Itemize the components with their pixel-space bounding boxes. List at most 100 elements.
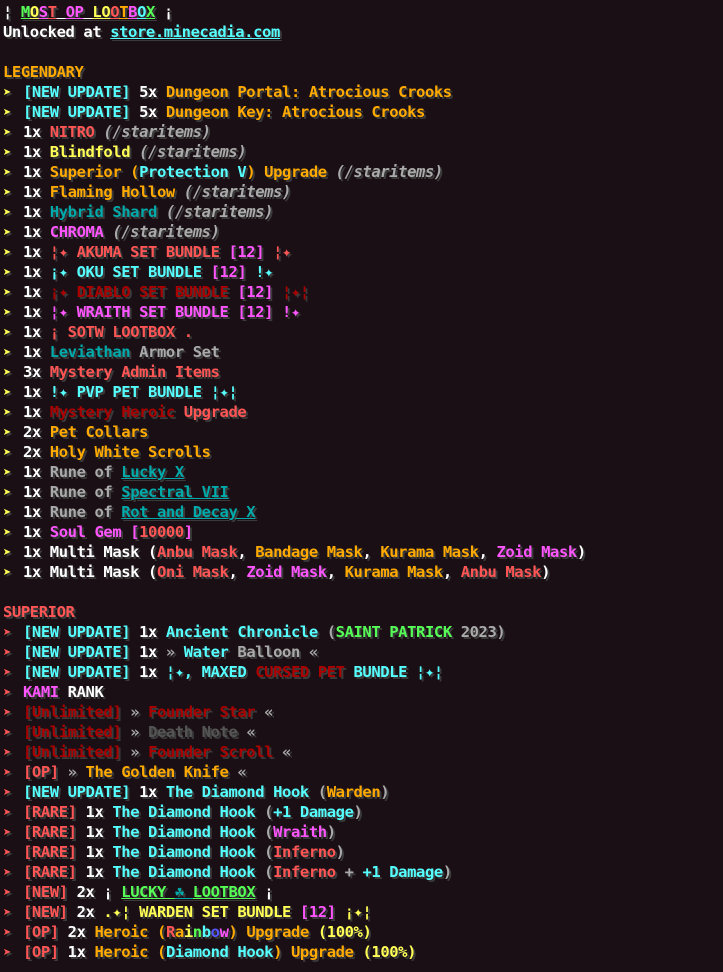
- title-letter: O: [137, 3, 146, 21]
- item-text: ): [335, 843, 345, 861]
- item-text: Water: [183, 643, 238, 661]
- title-letter: M: [20, 3, 30, 21]
- arrow-icon: ➤: [3, 465, 12, 481]
- item-text: [NEW UPDATE]: [23, 103, 140, 121]
- reward-item: ➤ 1x Rune of Lucky X: [3, 462, 723, 482]
- item-text: Multi Mask (: [49, 563, 158, 581]
- arrow-icon: ➤: [3, 365, 12, 381]
- item-text: AKUMA SET BUNDLE: [76, 243, 229, 261]
- item-text: [NEW]: [23, 883, 77, 901]
- arrow-icon: ➤: [3, 405, 12, 421]
- item-text: .✦¦: [103, 903, 140, 921]
- reward-item: ➤ 1x NITRO (/staritems): [3, 122, 723, 142]
- title-text: MOST OP LOOTBOX: [21, 3, 155, 21]
- arrow-icon: ➤: [3, 545, 12, 561]
- item-text: Dungeon Key: Atrocious Crooks: [165, 103, 425, 121]
- reward-item: ➤ 1x Hybrid Shard (/staritems): [3, 202, 723, 222]
- reward-item: ➤ 1x Flaming Hollow (/staritems): [3, 182, 723, 202]
- item-text: CURSED PET: [255, 663, 354, 681]
- item-text: ): [326, 823, 336, 841]
- item-text: 1x: [23, 343, 50, 361]
- unlock-line: Unlocked at store.minecadia.com: [3, 22, 723, 42]
- item-text: The Diamond Hook: [165, 783, 318, 801]
- item-text: ¡✦: [49, 283, 77, 301]
- item-text: Heroic (: [94, 943, 166, 961]
- arrow-icon: ➤: [3, 525, 12, 541]
- item-text: LUCKY: [121, 883, 175, 901]
- item-text: Multi Mask (: [49, 543, 158, 561]
- reward-item: ➤ [NEW] 2x ¡ LUCKY ☘ LOOTBOX ¡: [3, 882, 723, 902]
- item-text: ,: [326, 563, 345, 581]
- arrow-icon: ➤: [3, 945, 12, 961]
- item-text: Wraith: [273, 823, 327, 841]
- reward-item: ➤ [NEW UPDATE] 5x Dungeon Key: Atrocious …: [3, 102, 723, 122]
- item-text: [NEW]: [23, 903, 77, 921]
- item-text: 1x: [85, 823, 113, 841]
- reward-item: ➤ 3x Mystery Admin Items: [3, 362, 723, 382]
- item-text: Ancient Chronicle: [165, 623, 327, 641]
- item-text: [NEW UPDATE]: [23, 783, 140, 801]
- reward-item: ➤ KAMI RANK: [3, 682, 723, 702]
- item-text: [OP]: [23, 923, 68, 941]
- arrow-icon: ➤: [3, 205, 12, 221]
- item-text: ): [576, 543, 586, 561]
- arrow-icon: ➤: [3, 825, 12, 841]
- reward-item: ➤ 1x Multi Mask (Oni Mask, Zoid Mask, Kur…: [3, 562, 723, 582]
- item-text: Armor Set: [139, 343, 220, 361]
- item-text: 5x: [139, 83, 166, 101]
- item-text: Mystery Admin Items: [49, 363, 220, 381]
- item-text: Superior (: [49, 163, 140, 181]
- arrow-icon: ➤: [3, 265, 12, 281]
- item-text: Pet Collars: [49, 423, 149, 441]
- item-text: 2x: [67, 923, 95, 941]
- arrow-icon: ➤: [3, 845, 12, 861]
- arrow-icon: ➤: [3, 425, 12, 441]
- item-text: 1x: [139, 623, 166, 641]
- reward-item: ➤ 1x Superior (Protection V) Upgrade (/st…: [3, 162, 723, 182]
- reward-item: ➤ [OP] » The Golden Knife «: [3, 762, 723, 782]
- item-text: [12]: [228, 243, 265, 261]
- store-link[interactable]: store.minecadia.com: [110, 23, 280, 41]
- item-text: SOTW LOOTBOX: [67, 323, 176, 341]
- reward-item: ➤ 1x Blindfold (/staritems): [3, 142, 723, 162]
- item-text: Oni Mask: [156, 563, 229, 581]
- item-text: R: [165, 923, 175, 941]
- lootbox-tooltip: ¦ MOST OP LOOTBOX ¡ Unlocked at store.mi…: [3, 2, 723, 962]
- arrow-icon: ➤: [3, 505, 12, 521]
- title-letter: O: [29, 3, 39, 21]
- item-text: CHROMA: [49, 223, 104, 241]
- item-text: Flaming Hollow: [49, 183, 175, 201]
- item-text: Warden: [326, 783, 381, 801]
- arrow-icon: ➤: [3, 125, 12, 141]
- item-text: [RARE]: [23, 803, 86, 821]
- title-letter: O: [65, 3, 75, 21]
- title-letter: S: [38, 3, 48, 21]
- item-text: 1x: [139, 663, 166, 681]
- item-text: »: [165, 643, 184, 661]
- item-text: [OP]: [23, 763, 68, 781]
- item-text: +: [335, 863, 363, 881]
- arrow-icon: ➤: [3, 885, 12, 901]
- item-text: BUNDLE: [353, 663, 417, 681]
- item-text: !✦: [246, 263, 274, 281]
- arrow-icon: ➤: [3, 865, 12, 881]
- reward-sections: LEGENDARY ➤ [NEW UPDATE] 5x Dungeon Portal…: [3, 62, 723, 962]
- item-text: [12]: [237, 303, 274, 321]
- reward-item: ➤ [NEW UPDATE] 1x The Diamond Hook (Warde…: [3, 782, 723, 802]
- item-text: ¦✦: [49, 303, 77, 321]
- item-text: 1x: [85, 803, 113, 821]
- item-text: ☘: [174, 883, 193, 901]
- arrow-icon: ➤: [3, 385, 12, 401]
- item-text: ) Upgrade: [228, 923, 318, 941]
- arrow-icon: ➤: [3, 185, 12, 201]
- title-suffix: ¡: [154, 3, 173, 21]
- arrow-icon: ➤: [3, 565, 12, 581]
- item-text: [12]: [237, 283, 274, 301]
- item-text: n: [192, 923, 202, 941]
- reward-item: ➤ [NEW UPDATE] 1x » Water Balloon «: [3, 642, 723, 662]
- reward-item: ➤ 1x Multi Mask (Anbu Mask, Bandage Mask,…: [3, 542, 723, 562]
- item-text: WRAITH SET BUNDLE: [76, 303, 238, 321]
- item-text: ¡✦: [49, 263, 77, 281]
- arrow-icon: ➤: [3, 165, 12, 181]
- item-text: (/staritems): [326, 163, 444, 181]
